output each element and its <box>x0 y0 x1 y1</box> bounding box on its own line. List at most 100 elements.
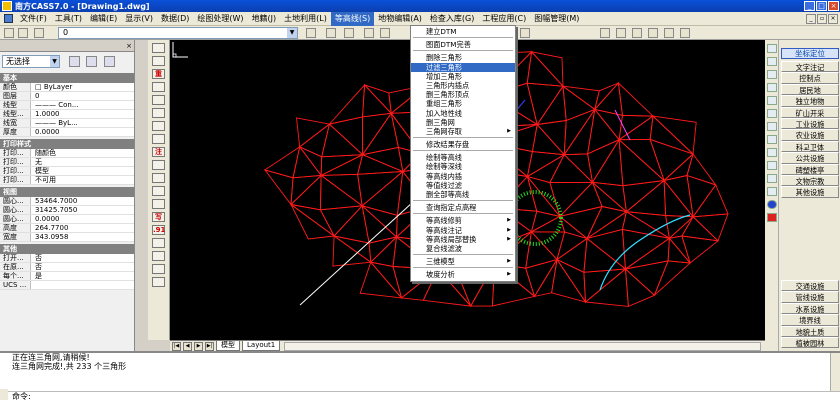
dropdown-menu-item[interactable]: 过滤三角形 <box>411 62 515 72</box>
cut-icon[interactable] <box>380 28 390 38</box>
property-row[interactable]: 高度 264.7700 <box>0 224 134 233</box>
open-file-icon[interactable] <box>326 28 336 38</box>
zoom-out-icon[interactable] <box>766 70 777 79</box>
doc-minimize-icon[interactable]: _ <box>806 14 816 24</box>
menu-item[interactable]: 图幅管理(M) <box>530 12 583 26</box>
draw-tool-icon[interactable] <box>152 277 165 287</box>
dropdown-menu-item[interactable]: 图面DTM完善 <box>411 40 515 49</box>
property-value[interactable]: 264.7700 <box>30 224 134 232</box>
symbol-category-button[interactable]: 科교卫体 <box>781 140 839 153</box>
draw-tool-icon[interactable] <box>152 199 165 209</box>
symbol-category-button[interactable]: 水系设施 <box>781 302 839 315</box>
dropdown-menu-item[interactable]: 查询指定点高程 <box>411 203 515 212</box>
horizontal-scrollbar[interactable] <box>284 341 761 351</box>
pan-icon[interactable] <box>600 28 610 38</box>
property-row[interactable]: 圆心... 0.0000 <box>0 215 134 224</box>
draw-tool-icon[interactable] <box>152 108 165 118</box>
tab-layout1[interactable]: Layout1 <box>242 341 281 351</box>
menu-item[interactable]: 工程应用(C) <box>478 12 530 26</box>
dropdown-menu-item[interactable]: 重组三角形 <box>411 99 515 108</box>
symbol-category-button[interactable]: 居民地 <box>781 83 839 96</box>
property-row[interactable]: 线型 ——— Con... <box>0 101 134 110</box>
dropdown-menu-item[interactable]: 删全部等高线 <box>411 190 515 199</box>
draw-tool-icon[interactable]: 重 <box>152 69 165 79</box>
draw-tool-icon[interactable] <box>152 173 165 183</box>
symbol-category-button[interactable]: 植被园林 <box>781 336 839 349</box>
chevron-down-icon[interactable]: ▼ <box>50 56 59 67</box>
menu-item[interactable]: 数据(D) <box>157 12 193 26</box>
tab-next-icon[interactable]: ▶ <box>194 341 203 351</box>
menu-item[interactable]: 检查入库(G) <box>426 12 478 26</box>
copy-icon[interactable] <box>766 148 777 157</box>
symbol-category-button[interactable]: 碑塑楼亭 <box>781 163 839 175</box>
map-icon[interactable] <box>766 44 777 53</box>
dropdown-menu-item[interactable]: 建立DTM <box>411 27 515 36</box>
property-row[interactable]: 线型... 1.0000 <box>0 110 134 119</box>
delete-icon[interactable] <box>766 213 777 222</box>
property-value[interactable]: 1.0000 <box>30 110 134 118</box>
property-value[interactable]: □ ByLayer <box>30 83 134 91</box>
layer-combo[interactable]: 0 ▼ <box>58 27 298 39</box>
property-group-title[interactable]: 视图 <box>0 187 134 197</box>
draw-tool-icon[interactable]: .91 <box>152 225 165 235</box>
menu-item[interactable]: 土地利用(L) <box>280 12 331 26</box>
pencil-icon[interactable] <box>364 28 374 38</box>
dropdown-menu-item[interactable]: 三角形内插点 <box>411 81 515 90</box>
symbol-category-button[interactable]: 工业设施 <box>781 117 839 130</box>
dropdown-menu-item[interactable]: 等高线修剪 ▶ <box>411 216 515 225</box>
property-group-title[interactable]: 打印样式 <box>0 139 134 149</box>
symbol-category-button[interactable]: 境界线 <box>781 314 839 326</box>
property-value[interactable]: 模型 <box>30 167 134 175</box>
tab-model[interactable]: 模型 <box>216 341 240 351</box>
dropdown-menu-item[interactable]: 删除三角形 <box>411 53 515 62</box>
angle-icon[interactable] <box>680 28 690 38</box>
property-group-title[interactable]: 其他 <box>0 244 134 254</box>
property-icon[interactable] <box>766 161 777 170</box>
edit-icon[interactable] <box>766 135 777 144</box>
symbol-category-button[interactable]: 公共设施 <box>781 152 839 164</box>
property-value[interactable]: 0.0000 <box>30 215 134 223</box>
draw-tool-icon[interactable] <box>152 43 165 53</box>
undo-icon[interactable] <box>520 28 530 38</box>
property-row[interactable]: 圆心... 31425.7050 <box>0 206 134 215</box>
draw-tool-icon[interactable] <box>152 134 165 144</box>
symbol-category-button[interactable]: 管线设施 <box>781 291 839 303</box>
grid-icon[interactable] <box>766 122 777 131</box>
property-value[interactable]: 343.0958 <box>30 233 134 241</box>
tab-first-icon[interactable]: |◀ <box>172 341 181 351</box>
command-scrollbar[interactable] <box>830 353 840 391</box>
dropdown-menu-item[interactable]: 复合线滤波 <box>411 244 515 253</box>
menu-item[interactable]: 地物编辑(A) <box>374 12 426 26</box>
property-row[interactable]: 打印... 模型 <box>0 167 134 176</box>
layer-manager-icon[interactable] <box>4 28 14 38</box>
dropdown-menu-item[interactable]: 等值线过滤 <box>411 181 515 190</box>
menu-item[interactable]: 绘图处理(W) <box>193 12 247 26</box>
property-value[interactable] <box>30 281 134 289</box>
property-value[interactable]: ——— ByL... <box>30 119 134 127</box>
dropdown-menu-item[interactable]: 增加三角形 <box>411 72 515 81</box>
doc-restore-icon[interactable]: ▫ <box>817 14 827 24</box>
menu-item[interactable]: 显示(V) <box>121 12 157 26</box>
property-value[interactable]: ——— Con... <box>30 101 134 109</box>
dropdown-menu-item[interactable]: 三角网存取 ▶ <box>411 127 515 136</box>
zoom-in-icon[interactable] <box>766 57 777 66</box>
polyline-icon[interactable] <box>664 28 674 38</box>
command-input[interactable]: 命令: <box>0 391 840 400</box>
dropdown-menu-item[interactable]: 修改结果存盘 <box>411 140 515 149</box>
property-row[interactable]: 打印... 随颜色 <box>0 149 134 158</box>
draw-tool-icon[interactable]: 写 <box>152 212 165 222</box>
dropdown-menu-item[interactable]: 三维模型 ▶ <box>411 257 515 266</box>
tab-last-icon[interactable]: ▶| <box>205 341 214 351</box>
quick-select-icon[interactable] <box>103 56 115 67</box>
draw-tool-icon[interactable] <box>152 121 165 131</box>
property-value[interactable]: 0 <box>30 92 134 100</box>
property-row[interactable]: 打印... 不可用 <box>0 176 134 185</box>
property-row[interactable]: 打开... 否 <box>0 254 134 263</box>
tab-prev-icon[interactable]: ◀ <box>183 341 192 351</box>
document-icon[interactable] <box>4 14 13 23</box>
draw-tool-icon[interactable] <box>152 82 165 92</box>
zoom-icon[interactable] <box>632 28 642 38</box>
property-row[interactable]: 颜色 □ ByLayer <box>0 83 134 92</box>
property-value[interactable]: 31425.7050 <box>30 206 134 214</box>
toggle-pickadd-icon[interactable] <box>68 56 80 67</box>
